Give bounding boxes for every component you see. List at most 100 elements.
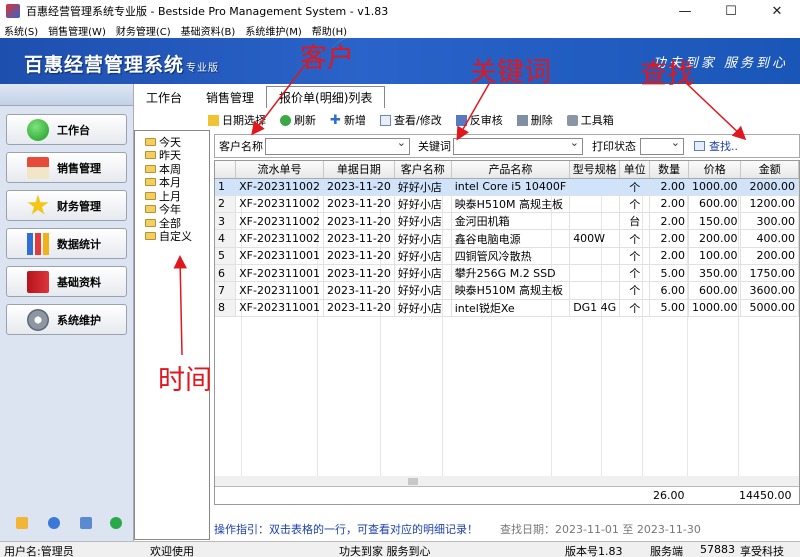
cell-qty: 2.00 [649, 247, 689, 265]
menu-basic-data[interactable]: 基础资料(B) [177, 23, 242, 38]
tree-label: 自定义 [159, 230, 192, 244]
status-bar: 用户名:管理员 欢迎使用 功夫到家 服务到心 版本号1.83 服务端 57883… [0, 541, 800, 557]
cell-customer: 好好小店 [394, 264, 452, 283]
nav-statistics-button[interactable]: 数据统计 [6, 228, 127, 259]
date-select-button[interactable]: 日期选择 [208, 112, 266, 128]
toolbar-label: 日期选择 [222, 114, 266, 127]
cell-amount: 3600.00 [740, 281, 799, 300]
toolbar: 日期选择 刷新 ✚ 新增 查看/修改 反审核 删除 工具箱 [208, 110, 628, 130]
table-row[interactable]: 3 XF-202311002 2023-11-20 好好小店 金河田机箱 台 2.00 150… [215, 212, 799, 231]
cell-spec [569, 195, 621, 214]
menu-system[interactable]: 系统(S) [0, 23, 44, 38]
column-header-price[interactable]: 价格 [688, 161, 742, 179]
find-label: 查找.. [709, 140, 738, 153]
folder-icon [145, 164, 156, 173]
view-edit-button[interactable]: 查看/修改 [380, 112, 442, 128]
toolbox-button[interactable]: 工具箱 [566, 112, 614, 128]
bar-chart-icon [27, 232, 49, 255]
table-row[interactable]: 5 XF-202311001 2023-11-20 好好小店 四铜管风冷散热 个 2.00 1… [215, 247, 799, 265]
nav-label: 财务管理 [57, 199, 101, 213]
row-number: 8 [215, 299, 237, 317]
total-amount: 14450.00 [739, 489, 792, 502]
nav-maintenance-button[interactable]: 系统维护 [6, 304, 127, 335]
column-header-customer[interactable]: 客户名称 [394, 161, 452, 179]
customer-combo[interactable] [265, 136, 410, 155]
trash-icon [516, 114, 528, 126]
folder-icon [145, 218, 156, 227]
tree-item-custom[interactable]: 自定义 [145, 230, 209, 244]
delete-button[interactable]: 删除 [516, 112, 553, 128]
table-row[interactable]: 6 XF-202311001 2023-11-20 好好小店 攀升256G M.2 SS… [215, 264, 799, 283]
cell-date: 2023-11-20 [323, 195, 395, 214]
nav-header-strip [0, 84, 133, 106]
unapprove-button[interactable]: 反审核 [455, 112, 503, 128]
row-number: 1 [215, 178, 237, 196]
table-row[interactable]: 7 XF-202311001 2023-11-20 好好小店 映泰H510M 高规主板 个… [215, 281, 799, 300]
print-status-label: 打印状态 [592, 140, 636, 153]
row-number: 2 [215, 195, 237, 214]
print-status-combo[interactable] [640, 136, 684, 155]
cell-unit: 个 [619, 195, 651, 214]
cell-spec [569, 247, 621, 265]
close-button[interactable]: ✕ [754, 0, 800, 22]
grid-header-row: 流水单号 单据日期 客户名称 产品名称 型号规格 单位 数量 价格 金额 [215, 161, 799, 179]
nav-basic-data-button[interactable]: 基础资料 [6, 266, 127, 297]
cell-amount: 200.00 [740, 247, 799, 265]
column-header-unit[interactable]: 单位 [619, 161, 651, 179]
window-title: 百惠经营管理系统专业版 - Bestside Pro Management Sy… [26, 5, 389, 18]
cell-serial: XF-202311002 [235, 229, 324, 248]
cell-spec: DG1 4G [569, 299, 621, 317]
cell-serial: XF-202311001 [235, 281, 324, 300]
status-version: 版本号1.83 [565, 545, 623, 557]
table-row[interactable]: 4 XF-202311002 2023-11-20 好好小店 鑫谷电脑电源 400W 个 2.… [215, 229, 799, 248]
minimize-button[interactable]: — [662, 0, 708, 22]
annotation-keyword: 关键词 [470, 57, 551, 88]
cell-qty: 6.00 [649, 281, 689, 300]
query-date-range: 查找日期：2023-11-01 至 2023-11-30 [500, 523, 701, 536]
column-header-spec[interactable]: 型号规格 [569, 161, 621, 179]
menu-finance[interactable]: 财务管理(C) [112, 23, 177, 38]
folder-icon [145, 137, 156, 146]
column-header-serial[interactable]: 流水单号 [235, 161, 324, 179]
toolbar-label: 删除 [530, 114, 553, 127]
cell-serial: XF-202311002 [235, 178, 324, 196]
cell-serial: XF-202311001 [235, 247, 324, 265]
scrollbar-thumb[interactable] [408, 478, 418, 485]
cell-date: 2023-11-20 [323, 299, 395, 317]
edit-icon[interactable] [16, 517, 28, 529]
nav-sales-button[interactable]: 销售管理 [6, 152, 127, 183]
find-button[interactable]: 查找.. [694, 138, 738, 154]
column-header-amount[interactable]: 金额 [740, 161, 799, 179]
maximize-button[interactable]: ☐ [708, 0, 754, 22]
column-header-qty[interactable]: 数量 [649, 161, 689, 179]
gear-icon [27, 308, 49, 331]
horizontal-scrollbar[interactable] [215, 476, 799, 486]
table-row[interactable]: 2 XF-202311002 2023-11-20 好好小店 映泰H510M 高规主板 个… [215, 195, 799, 214]
plus-icon: ✚ [330, 112, 341, 128]
keyword-combo[interactable] [453, 136, 583, 155]
nav-workbench-button[interactable]: 工作台 [6, 114, 127, 145]
tab-quote-detail-list[interactable]: 报价单(明细)列表 [266, 86, 386, 108]
info-icon[interactable] [48, 517, 60, 529]
column-header-date[interactable]: 单据日期 [323, 161, 395, 179]
nav-finance-button[interactable]: 财务管理 [6, 190, 127, 221]
annotation-time: 时间 [158, 365, 212, 396]
tab-sales[interactable]: 销售管理 [194, 86, 266, 108]
cell-qty: 2.00 [649, 195, 689, 214]
add-button[interactable]: ✚ 新增 [330, 112, 366, 128]
go-icon[interactable] [110, 517, 122, 529]
tab-workbench[interactable]: 工作台 [134, 86, 194, 108]
table-row[interactable]: 8 XF-202311001 2023-11-20 好好小店 intel锐炬Xe DG1 … [215, 299, 799, 317]
date-filter-tree: 今天 昨天 本周 本月 上月 今年 全部 自定义 [134, 130, 210, 540]
cell-spec [569, 212, 621, 231]
cell-serial: XF-202311002 [235, 212, 324, 231]
table-row[interactable]: 1 XF-202311002 2023-11-20 好好小店 intel Core i5… [215, 178, 799, 196]
cell-amount: 2000.00 [740, 178, 799, 196]
refresh-button[interactable]: 刷新 [280, 112, 316, 128]
column-header-product[interactable]: 产品名称 [451, 161, 571, 179]
menu-maintenance[interactable]: 系统维护(M) [241, 23, 307, 38]
search-icon[interactable] [80, 517, 92, 529]
cell-amount: 1200.00 [740, 195, 799, 214]
cell-qty: 2.00 [649, 212, 689, 231]
menu-sales[interactable]: 销售管理(W) [44, 23, 112, 38]
